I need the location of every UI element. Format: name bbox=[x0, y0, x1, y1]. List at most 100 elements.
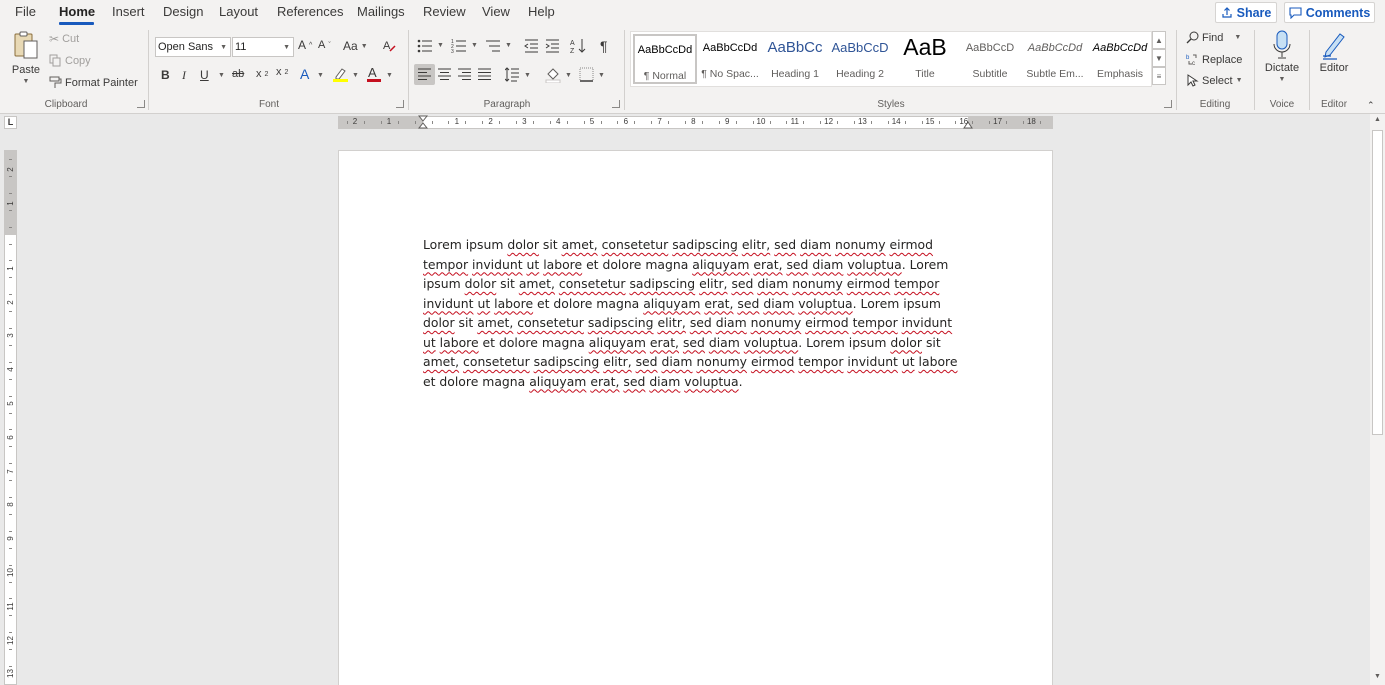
font-name-combobox[interactable]: Open Sans ▼ bbox=[155, 37, 231, 57]
style-subtitle[interactable]: AaBbCcD Subtitle bbox=[958, 34, 1022, 84]
scrollbar-thumb[interactable] bbox=[1372, 130, 1383, 435]
vertical-ruler[interactable]: 2 1 1 2 3 4 5 6 7 8 9 10 11 12 13 bbox=[4, 150, 17, 685]
font-color-chevron-down-icon[interactable]: ▼ bbox=[386, 72, 393, 79]
align-right-icon[interactable] bbox=[457, 68, 472, 81]
find-button[interactable]: Find ▼ bbox=[1186, 31, 1241, 44]
text-run: sit bbox=[922, 334, 941, 350]
multilevel-chevron-down-icon[interactable]: ▼ bbox=[505, 42, 512, 49]
styles-launcher-icon[interactable] bbox=[1164, 100, 1172, 108]
tab-review[interactable]: Review bbox=[423, 4, 466, 19]
borders-chevron-down-icon[interactable]: ▼ bbox=[598, 72, 605, 79]
tab-help[interactable]: Help bbox=[528, 4, 555, 19]
underline-chevron-down-icon[interactable]: ▼ bbox=[218, 72, 225, 79]
document-page[interactable]: Lorem ipsum dolor sit amet, consetetur s… bbox=[338, 150, 1053, 685]
tab-references[interactable]: References bbox=[277, 4, 343, 19]
select-button[interactable]: Select ▼ bbox=[1186, 74, 1243, 87]
numbering-icon[interactable]: 123 bbox=[451, 39, 467, 53]
highlight-chevron-down-icon[interactable]: ▼ bbox=[352, 72, 359, 79]
decrease-indent-icon[interactable] bbox=[524, 39, 539, 53]
clear-formatting-icon[interactable]: A bbox=[382, 38, 397, 53]
vertical-scrollbar[interactable]: ▲ ▼ bbox=[1370, 114, 1385, 685]
tab-view[interactable]: View bbox=[482, 4, 510, 19]
borders-icon[interactable] bbox=[579, 67, 594, 82]
scroll-down-arrow-icon[interactable]: ▼ bbox=[1370, 673, 1385, 685]
paste-dropdown-chevron-icon[interactable]: ▼ bbox=[23, 78, 30, 85]
styles-scroll-down-icon[interactable]: ▼ bbox=[1152, 49, 1166, 67]
style-heading-1[interactable]: AaBbCc Heading 1 bbox=[763, 34, 827, 84]
paragraph-launcher-icon[interactable] bbox=[612, 100, 620, 108]
tab-insert[interactable]: Insert bbox=[112, 4, 145, 19]
align-center-icon[interactable] bbox=[437, 68, 452, 81]
style-heading-2[interactable]: AaBbCcD Heading 2 bbox=[828, 34, 892, 84]
dictate-button[interactable]: Dictate ▼ bbox=[1262, 30, 1302, 83]
text-effects-icon[interactable]: A bbox=[300, 66, 309, 82]
font-name-chevron-down-icon[interactable]: ▼ bbox=[220, 44, 227, 51]
italic-icon[interactable]: I bbox=[182, 68, 186, 83]
bullets-icon[interactable] bbox=[417, 39, 433, 53]
style-name: Subtitle bbox=[972, 68, 1008, 80]
clipboard-launcher-icon[interactable] bbox=[137, 100, 145, 108]
horizontal-ruler[interactable]: 2 1 1 2 3 4 5 6 7 8 9 10 11 12 13 14 15 16 17 18 bbox=[338, 115, 1053, 131]
highlight-color-icon[interactable] bbox=[332, 66, 349, 83]
align-left-icon[interactable] bbox=[417, 68, 432, 81]
justify-icon[interactable] bbox=[477, 68, 492, 81]
ruler-number: 6 bbox=[623, 117, 629, 126]
style-no-spacing[interactable]: AaBbCcDd ¶ No Spac... bbox=[698, 34, 762, 84]
superscript-icon[interactable]: x2 bbox=[276, 66, 288, 78]
tab-design[interactable]: Design bbox=[163, 4, 203, 19]
style-title[interactable]: AaB Title bbox=[893, 34, 957, 84]
numbering-chevron-down-icon[interactable]: ▼ bbox=[471, 42, 478, 49]
subscript-icon[interactable]: x2 bbox=[256, 68, 268, 80]
copy-button[interactable]: Copy bbox=[49, 54, 91, 67]
shading-chevron-down-icon[interactable]: ▼ bbox=[565, 72, 572, 79]
shading-icon[interactable] bbox=[545, 66, 561, 83]
ruler-tick bbox=[9, 277, 12, 279]
format-painter-button[interactable]: Format Painter bbox=[49, 76, 138, 89]
tab-selector-icon[interactable]: L bbox=[4, 116, 17, 129]
misspelled-word: elitr, bbox=[657, 315, 686, 330]
tab-home[interactable]: Home bbox=[59, 4, 95, 19]
bold-icon[interactable]: B bbox=[161, 68, 170, 82]
tab-layout[interactable]: Layout bbox=[219, 4, 258, 19]
show-formatting-marks-icon[interactable]: ¶ bbox=[600, 38, 608, 54]
cut-button[interactable]: ✂ Cut bbox=[49, 32, 79, 46]
format-painter-icon bbox=[49, 76, 62, 88]
share-button[interactable]: Share bbox=[1215, 2, 1277, 23]
replace-button[interactable]: bc Replace bbox=[1186, 53, 1242, 67]
tab-file[interactable]: File bbox=[15, 4, 36, 19]
find-label: Find bbox=[1202, 31, 1224, 44]
group-divider bbox=[408, 30, 409, 110]
tab-mailings[interactable]: Mailings bbox=[357, 4, 405, 19]
font-launcher-icon[interactable] bbox=[396, 100, 404, 108]
collapse-ribbon-chevron-up-icon[interactable]: ⌃ bbox=[1367, 100, 1375, 111]
ruler-tick bbox=[9, 226, 12, 228]
multilevel-list-icon[interactable] bbox=[485, 39, 501, 53]
shrink-font-icon[interactable]: Aˇ bbox=[318, 39, 331, 51]
text-effects-chevron-down-icon[interactable]: ▼ bbox=[317, 72, 324, 79]
font-color-icon[interactable]: A bbox=[366, 65, 382, 83]
change-case-button[interactable]: Aa ▼ bbox=[343, 39, 368, 53]
line-spacing-icon[interactable] bbox=[505, 67, 520, 82]
document-body-text[interactable]: Lorem ipsum dolor sit amet, consetetur s… bbox=[423, 235, 968, 391]
font-size-combobox[interactable]: 11 ▼ bbox=[232, 37, 294, 57]
font-size-chevron-down-icon[interactable]: ▼ bbox=[283, 44, 290, 51]
indent-marker-icon[interactable] bbox=[418, 115, 428, 131]
sort-icon[interactable]: AZ bbox=[570, 38, 586, 54]
paste-button[interactable]: Paste ▼ bbox=[9, 30, 43, 85]
styles-more-icon[interactable]: ≡ bbox=[1152, 67, 1166, 85]
editor-button[interactable]: Editor bbox=[1315, 30, 1353, 74]
style-normal[interactable]: AaBbCcDd ¶ Normal bbox=[633, 34, 697, 84]
ruler-tick bbox=[465, 121, 467, 124]
styles-scroll-up-icon[interactable]: ▲ bbox=[1152, 31, 1166, 49]
strikethrough-icon[interactable]: ab bbox=[232, 68, 244, 80]
style-emphasis[interactable]: AaBbCcDd Emphasis bbox=[1088, 34, 1152, 84]
line-spacing-chevron-down-icon[interactable]: ▼ bbox=[524, 72, 531, 79]
scroll-up-arrow-icon[interactable]: ▲ bbox=[1370, 116, 1385, 128]
comments-button[interactable]: Comments bbox=[1284, 2, 1375, 23]
style-subtle-emphasis[interactable]: AaBbCcDd Subtle Em... bbox=[1023, 34, 1087, 84]
underline-icon[interactable]: U bbox=[200, 68, 209, 82]
ruler-tick bbox=[769, 121, 771, 124]
bullets-chevron-down-icon[interactable]: ▼ bbox=[437, 42, 444, 49]
increase-indent-icon[interactable] bbox=[545, 39, 560, 53]
grow-font-icon[interactable]: A ^ bbox=[298, 38, 312, 52]
